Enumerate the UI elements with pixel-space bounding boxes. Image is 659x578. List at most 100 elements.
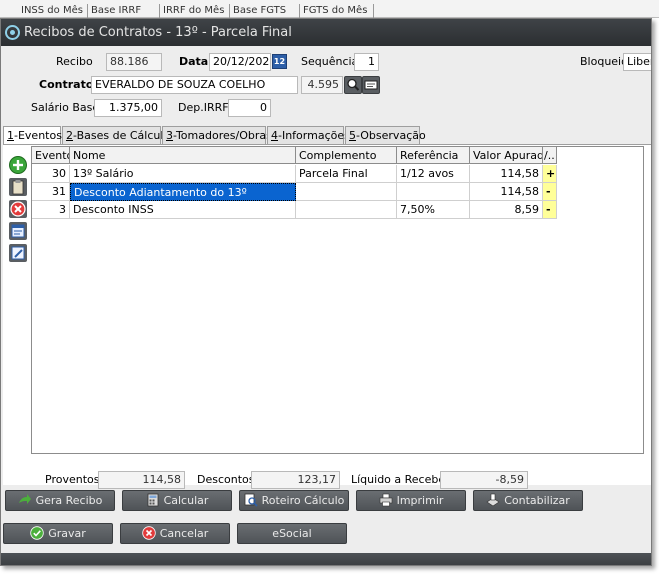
button-label: Roteiro Cálculo	[261, 494, 345, 507]
magnifier-document-icon	[244, 493, 258, 507]
cell-nome[interactable]: 13º Salário	[70, 165, 296, 183]
cell-complemento[interactable]: Parcela Final	[296, 165, 397, 183]
cancelar-button[interactable]: Cancelar	[120, 523, 230, 544]
column-header-complemento[interactable]: Complemento	[296, 147, 397, 164]
edit-icon[interactable]	[8, 243, 28, 263]
calcular-button[interactable]: Calcular	[122, 490, 232, 511]
form-view-icon[interactable]	[8, 221, 28, 241]
tab-key: 1	[7, 129, 14, 142]
button-label: Calcular	[163, 494, 209, 507]
salario-base-field[interactable]: 1.375,00	[94, 99, 162, 117]
tab-key: 3	[166, 129, 173, 142]
data-field[interactable]: 20/12/2022	[209, 53, 271, 71]
cell-referencia[interactable]: 1/12 avos	[397, 165, 470, 183]
column-header-evento[interactable]: Evento	[32, 147, 70, 164]
bloqueio-label: Bloqueio	[580, 55, 628, 68]
liquido-field: -8,59	[440, 471, 528, 489]
ledger-icon	[486, 493, 500, 507]
column-header-referencia[interactable]: Referência	[397, 147, 470, 164]
cell-valor[interactable]: 114,58	[470, 165, 543, 183]
bg-column-header: INSS do Mês	[18, 4, 88, 18]
clipboard-icon[interactable]	[8, 177, 28, 197]
descontos-field: 123,17	[251, 471, 340, 489]
tab-key: 5	[349, 129, 356, 142]
cell-evento[interactable]: 30	[32, 165, 70, 183]
arrow-right-icon	[18, 494, 31, 504]
gera-recibo-button[interactable]: Gera Recibo	[5, 490, 115, 511]
contabilizar-button[interactable]: Contabilizar	[473, 490, 583, 511]
sequencia-label: Sequência	[301, 55, 359, 68]
calculator-icon	[147, 493, 158, 507]
tab-key: 2	[66, 129, 73, 142]
eventos-table[interactable]: Evento Nome Complemento Referência Valor…	[31, 146, 644, 454]
tab-tomadores-obras[interactable]: 3-Tomadores/Obras	[162, 126, 272, 145]
tab-bases-calculo[interactable]: 2-Bases de Cálculo	[62, 126, 170, 145]
cancel-icon	[142, 526, 156, 540]
tab-label: -Observação	[356, 129, 426, 142]
cell-sinal[interactable]: -	[543, 201, 557, 219]
cell-complemento[interactable]	[296, 183, 397, 201]
window-title: Recibos de Contratos - 13º - Parcela Fin…	[24, 25, 292, 40]
dep-irrf-field[interactable]: 0	[228, 99, 271, 117]
cell-nome-selected[interactable]: Desconto Adiantamento do 13º	[70, 183, 296, 201]
title-bar[interactable]: Recibos de Contratos - 13º - Parcela Fin…	[1, 19, 651, 46]
tab-informacoes[interactable]: 4-Informações	[267, 126, 350, 145]
cell-valor[interactable]: 114,58	[470, 183, 543, 201]
cell-sinal[interactable]: +	[543, 165, 557, 183]
cell-referencia[interactable]: 7,50%	[397, 201, 470, 219]
search-icon[interactable]	[344, 76, 362, 94]
cell-evento[interactable]: 3	[32, 201, 70, 219]
proventos-field: 114,58	[98, 471, 185, 489]
tab-label: -Tomadores/Obras	[173, 129, 272, 142]
calendar-icon[interactable]: 12	[272, 54, 287, 69]
bg-column-header: Base IRRF	[88, 4, 160, 18]
button-label: Imprimir	[396, 494, 444, 507]
column-header-sinal[interactable]: /..	[543, 147, 557, 164]
column-header-valor-apurado[interactable]: Valor Apurado	[470, 147, 543, 164]
proventos-label: Proventos	[45, 473, 100, 486]
contrato-code-field: 4.595	[301, 76, 343, 94]
tab-eventos[interactable]: 1-Eventos	[3, 126, 62, 146]
salario-base-label: Salário Base	[31, 101, 100, 114]
cell-nome[interactable]: Desconto INSS	[70, 201, 296, 219]
roteiro-calculo-button[interactable]: Roteiro Cálculo	[239, 490, 349, 511]
bg-column-header: IRRF do Mês	[160, 4, 230, 18]
cell-complemento[interactable]	[296, 201, 397, 219]
cell-sinal[interactable]: -	[543, 183, 557, 201]
tab-observacao[interactable]: 5-Observação	[345, 126, 426, 145]
recibo-label: Recibo	[56, 55, 93, 68]
contrato-field[interactable]: EVERALDO DE SOUZA COELHO	[91, 76, 298, 94]
liquido-label: Líquido a Receber	[351, 473, 450, 486]
bloqueio-select[interactable]: Liber	[623, 53, 651, 71]
data-label: Data	[179, 55, 209, 68]
tab-label: -Bases de Cálculo	[73, 129, 171, 142]
esocial-button[interactable]: eSocial	[237, 523, 347, 544]
cell-referencia[interactable]	[397, 183, 470, 201]
cell-evento[interactable]: 31	[32, 183, 70, 201]
descontos-label: Descontos	[197, 473, 255, 486]
sequencia-field[interactable]: 1	[354, 53, 379, 71]
button-label: Contabilizar	[504, 494, 570, 507]
button-label: Cancelar	[159, 527, 209, 540]
details-card-icon[interactable]	[362, 76, 380, 94]
tab-key: 4	[271, 129, 278, 142]
column-header-nome[interactable]: Nome	[70, 147, 296, 164]
contrato-label: Contrato	[39, 78, 94, 91]
background-grid-header: INSS do Mês Base IRRF IRRF do Mês Base F…	[0, 0, 659, 18]
delete-row-button[interactable]	[8, 199, 28, 219]
recibo-field[interactable]: 88.186	[106, 53, 162, 71]
recibo-window: Recibos de Contratos - 13º - Parcela Fin…	[0, 18, 652, 566]
button-label: Gera Recibo	[35, 494, 103, 507]
tab-label: -Informações	[278, 129, 350, 142]
cell-valor[interactable]: 8,59	[470, 201, 543, 219]
check-icon	[30, 526, 44, 540]
imprimir-button[interactable]: Imprimir	[356, 490, 466, 511]
app-icon	[5, 25, 20, 40]
add-row-button[interactable]	[8, 155, 28, 175]
gravar-button[interactable]: Gravar	[3, 523, 113, 544]
tab-label: -Eventos	[14, 129, 62, 142]
button-label: Gravar	[48, 527, 86, 540]
bg-column-header: FGTS do Mês	[300, 4, 374, 18]
eventos-panel: Evento Nome Complemento Referência Valor…	[3, 144, 651, 485]
printer-icon	[379, 493, 392, 507]
